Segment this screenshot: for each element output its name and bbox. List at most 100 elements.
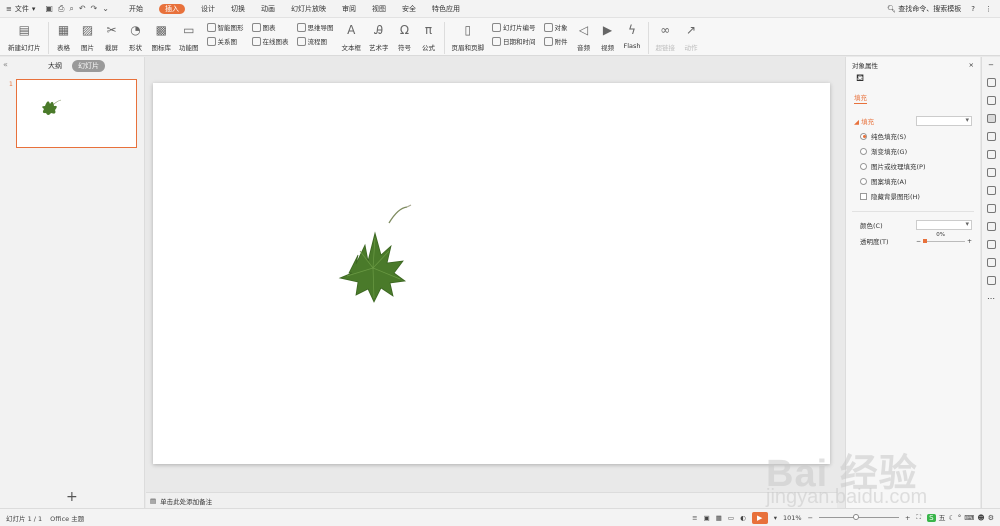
customize-icon[interactable]: ⌄ bbox=[102, 4, 109, 14]
fit-window-icon[interactable]: ⛶ bbox=[917, 513, 922, 522]
audio-icon[interactable] bbox=[986, 222, 996, 231]
tab-view[interactable]: 视图 bbox=[364, 0, 394, 18]
save-icon[interactable]: ▣ bbox=[45, 4, 53, 14]
sorter-view-icon[interactable]: ▦ bbox=[716, 514, 722, 522]
new-slide-button[interactable]: ▤ 新建幻灯片 bbox=[8, 20, 41, 52]
tab-insert[interactable]: 插入 bbox=[151, 0, 193, 18]
normal-view-icon[interactable]: ▣ bbox=[704, 514, 710, 522]
text-box-button[interactable]: A 文本框 bbox=[342, 20, 362, 52]
increase-button[interactable]: + bbox=[967, 238, 972, 245]
notes-toggle-icon[interactable]: ≡ bbox=[692, 514, 697, 522]
attachment-button[interactable]: 附件 bbox=[543, 36, 568, 46]
maple-leaf-image[interactable] bbox=[153, 83, 830, 464]
properties-icon[interactable] bbox=[986, 114, 996, 123]
audio-button[interactable]: ◁ 音频 bbox=[576, 20, 592, 52]
reader-icon[interactable]: ◐ bbox=[740, 514, 746, 522]
online-chart-button[interactable]: 在线图表 bbox=[251, 36, 289, 46]
input-method-bar[interactable]: S 五 ☾ ° ⌨ ☻ ⚙ bbox=[927, 513, 994, 523]
zoom-slider[interactable] bbox=[819, 514, 900, 520]
tab-slides[interactable]: 幻灯片 bbox=[72, 60, 105, 72]
header-footer-button[interactable]: ▯ 页眉和页脚 bbox=[452, 20, 485, 52]
tab-outline[interactable]: 大纲 bbox=[48, 61, 62, 71]
panel-title[interactable]: 对象属性 bbox=[852, 60, 878, 70]
slider-knob[interactable] bbox=[923, 238, 928, 243]
hide-background-checkbox[interactable]: 隐藏背景图形(H) bbox=[860, 191, 980, 201]
transparency-control[interactable]: − + bbox=[916, 238, 972, 245]
chart-button[interactable]: 图表 bbox=[251, 22, 289, 32]
smart-art-button[interactable]: 智能图形 bbox=[206, 22, 244, 32]
zoom-knob[interactable] bbox=[853, 514, 860, 520]
image-icon[interactable] bbox=[986, 204, 996, 213]
layout-icon[interactable] bbox=[986, 168, 996, 177]
backup-icon[interactable] bbox=[986, 240, 996, 249]
option-pattern-fill[interactable]: 图案填充(A) bbox=[860, 176, 980, 186]
print-icon[interactable]: ⎙ bbox=[58, 4, 64, 14]
formula-button[interactable]: π 公式 bbox=[421, 20, 437, 52]
flash-button[interactable]: ϟ Flash bbox=[624, 20, 641, 50]
relation-chart-button[interactable]: 关系图 bbox=[206, 36, 244, 46]
play-button[interactable]: ▶ bbox=[751, 511, 768, 524]
more-icon[interactable]: ⋮ bbox=[985, 5, 992, 13]
help-icon[interactable]: ? bbox=[971, 5, 975, 13]
decrease-button[interactable]: − bbox=[916, 238, 921, 245]
tab-security[interactable]: 安全 bbox=[394, 0, 424, 18]
screenshot-button[interactable]: ✂ 截屏 bbox=[104, 20, 120, 52]
slide-thumbnail[interactable] bbox=[16, 79, 137, 148]
select-icon[interactable] bbox=[986, 78, 996, 87]
zoom-out-icon[interactable]: − bbox=[808, 514, 813, 522]
zoom-in-icon[interactable]: + bbox=[905, 514, 910, 522]
add-slide-button[interactable]: + bbox=[66, 489, 78, 505]
help-icon[interactable] bbox=[986, 276, 996, 285]
search-command[interactable]: 🔍︎ 查找命令、搜索模板 bbox=[887, 4, 961, 14]
fill-icon[interactable]: ⛾ bbox=[856, 73, 980, 86]
template-icon[interactable] bbox=[986, 132, 996, 141]
undo-icon[interactable]: ↶ bbox=[79, 4, 86, 14]
video-button[interactable]: ▶ 视频 bbox=[600, 20, 616, 52]
file-menu[interactable]: ≡ 文件 ▾ bbox=[0, 0, 41, 18]
collapse-icon[interactable]: « bbox=[3, 60, 8, 69]
action-button[interactable]: ↗ 动作 bbox=[683, 20, 699, 52]
tab-slideshow[interactable]: 幻灯片放映 bbox=[283, 0, 334, 18]
option-picture-fill[interactable]: 图片或纹理填充(P) bbox=[860, 161, 980, 171]
fill-section-label[interactable]: ◢ 填充 bbox=[854, 116, 874, 126]
tab-start[interactable]: 开始 bbox=[121, 0, 151, 18]
color-dropdown[interactable] bbox=[916, 220, 972, 230]
mind-map-button[interactable]: 思维导图 bbox=[296, 22, 334, 32]
option-gradient-fill[interactable]: 渐变填充(G) bbox=[860, 146, 980, 156]
star-icon[interactable] bbox=[986, 150, 996, 159]
flow-chart-button[interactable]: 流程图 bbox=[296, 36, 334, 46]
play-options-icon[interactable]: ▾ bbox=[774, 514, 777, 522]
tab-fill[interactable]: 填充 bbox=[854, 92, 867, 104]
art-text-button[interactable]: Ꭿ 艺术字 bbox=[369, 20, 389, 53]
preview-icon[interactable]: ⌕ bbox=[69, 4, 73, 14]
zoom-value[interactable]: 101% bbox=[783, 514, 802, 522]
reading-view-icon[interactable]: ▭ bbox=[728, 514, 734, 522]
function-chart-button[interactable]: ▭ 功能图 bbox=[179, 20, 199, 52]
redo-icon[interactable]: ↷ bbox=[91, 4, 98, 14]
tab-design[interactable]: 设计 bbox=[193, 0, 223, 18]
shape-button[interactable]: ◔ 形状 bbox=[128, 20, 144, 52]
more-icon[interactable]: ⋯ bbox=[987, 294, 995, 303]
minimize-icon[interactable]: − bbox=[988, 61, 994, 69]
date-time-button[interactable]: 日期和时间 bbox=[492, 36, 536, 46]
tab-animation[interactable]: 动画 bbox=[253, 0, 283, 18]
gallery-button[interactable]: ▩ 图标库 bbox=[152, 20, 172, 52]
shape-icon[interactable] bbox=[986, 96, 996, 105]
picture-button[interactable]: ▨ 图片 bbox=[80, 20, 96, 52]
symbol-button[interactable]: Ω 符号 bbox=[397, 20, 413, 52]
tab-transition[interactable]: 切换 bbox=[223, 0, 253, 18]
history-icon[interactable] bbox=[986, 258, 996, 267]
transparency-slider[interactable] bbox=[923, 238, 965, 243]
fill-dropdown[interactable] bbox=[916, 116, 972, 126]
close-icon[interactable]: × bbox=[969, 61, 974, 69]
hyperlink-button[interactable]: ∞ 超链接 bbox=[656, 20, 676, 52]
object-button[interactable]: 对象 bbox=[543, 22, 568, 32]
tab-features[interactable]: 特色应用 bbox=[424, 0, 468, 18]
option-solid-fill[interactable]: 纯色填充(S) bbox=[860, 131, 980, 141]
table-button[interactable]: ▦ 表格 bbox=[56, 20, 72, 52]
tab-review[interactable]: 审阅 bbox=[334, 0, 364, 18]
notes-bar[interactable]: ▤ 单击此处添加备注 bbox=[146, 492, 837, 508]
slide-canvas[interactable] bbox=[153, 83, 830, 464]
export-icon[interactable] bbox=[986, 186, 996, 195]
slide-number-button[interactable]: 幻灯片编号 bbox=[492, 22, 536, 32]
